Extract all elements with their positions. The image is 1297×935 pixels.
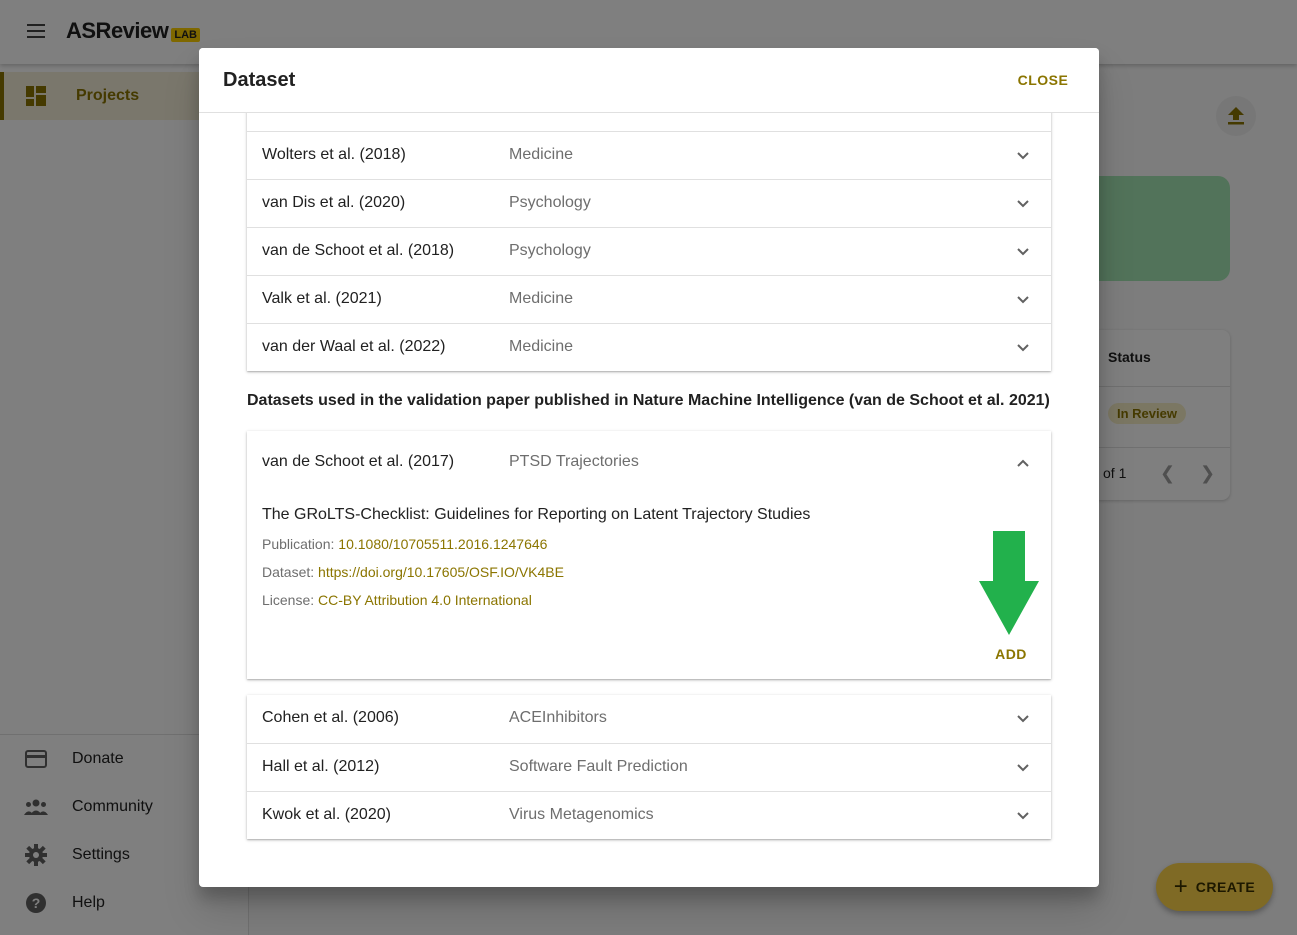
- chevron-down-icon: [1017, 715, 1029, 723]
- dialog-header: Dataset CLOSE: [199, 48, 1099, 113]
- license-link[interactable]: CC-BY Attribution 4.0 International: [318, 592, 532, 608]
- add-button[interactable]: ADD: [987, 639, 1035, 669]
- dataset-line: Dataset: https://doi.org/10.17605/OSF.IO…: [262, 564, 564, 580]
- chevron-down-icon: [1017, 248, 1029, 256]
- dataset-topic: Psychology: [509, 242, 591, 259]
- chevron-down-icon: [1017, 296, 1029, 304]
- section-heading: Datasets used in the validation paper pu…: [247, 392, 1050, 409]
- dataset-item[interactable]: Cohen et al. (2006) ACEInhibitors: [247, 695, 1051, 743]
- chevron-down-icon: [1017, 344, 1029, 352]
- dataset-item[interactable]: Hall et al. (2012) Software Fault Predic…: [247, 743, 1051, 791]
- dataset-accordion-group: Cohen et al. (2006) ACEInhibitors Hall e…: [247, 695, 1051, 839]
- close-button[interactable]: CLOSE: [1009, 64, 1077, 96]
- dataset-item[interactable]: van de Schoot et al. (2018) Psychology: [247, 227, 1051, 275]
- dialog-title: Dataset: [223, 69, 296, 91]
- chevron-down-icon: [1017, 200, 1029, 208]
- dataset-item[interactable]: Valk et al. (2021) Medicine: [247, 275, 1051, 323]
- publication-line: Publication: 10.1080/10705511.2016.12476…: [262, 536, 547, 552]
- publication-link[interactable]: 10.1080/10705511.2016.1247646: [338, 536, 547, 552]
- dataset-author: Valk et al. (2021): [262, 290, 382, 307]
- dataset-topic: Psychology: [509, 194, 591, 211]
- dataset-link[interactable]: https://doi.org/10.17605/OSF.IO/VK4BE: [318, 564, 564, 580]
- license-line: License: CC-BY Attribution 4.0 Internati…: [262, 592, 532, 608]
- dataset-author: Wolters et al. (2018): [262, 146, 406, 163]
- dataset-author: van de Schoot et al. (2017): [262, 453, 455, 470]
- dataset-item[interactable]: Wolters et al. (2018) Medicine: [247, 131, 1051, 179]
- dataset-item-expanded: van de Schoot et al. (2017) PTSD Traject…: [247, 431, 1051, 679]
- dataset-author: Hall et al. (2012): [262, 758, 380, 775]
- dataset-dialog: Dataset CLOSE Wolters et al. (2018) Medi…: [199, 48, 1099, 887]
- dataset-topic: ACEInhibitors: [509, 709, 607, 726]
- dialog-body[interactable]: Wolters et al. (2018) Medicine van Dis e…: [199, 113, 1099, 887]
- dataset-topic: PTSD Trajectories: [509, 453, 639, 470]
- dataset-label: Dataset:: [262, 564, 315, 580]
- dataset-author: van de Schoot et al. (2018): [262, 242, 455, 259]
- dataset-item[interactable]: van Dis et al. (2020) Psychology: [247, 179, 1051, 227]
- dataset-accordion-group: Wolters et al. (2018) Medicine van Dis e…: [247, 113, 1051, 371]
- dataset-topic: Medicine: [509, 146, 574, 163]
- dataset-topic: Medicine: [509, 290, 574, 307]
- dataset-topic: Virus Metagenomics: [509, 806, 654, 823]
- publication-label: Publication:: [262, 536, 335, 552]
- license-label: License:: [262, 592, 315, 608]
- dataset-topic: Medicine: [509, 338, 574, 355]
- chevron-down-icon: [1017, 812, 1029, 820]
- dataset-topic: Software Fault Prediction: [509, 758, 688, 775]
- chevron-down-icon: [1017, 764, 1029, 772]
- dataset-title: The GRoLTS-Checklist: Guidelines for Rep…: [262, 506, 811, 523]
- chevron-up-icon: [1017, 459, 1029, 467]
- dataset-item-summary[interactable]: van de Schoot et al. (2017) PTSD Traject…: [247, 431, 1051, 493]
- dataset-author: van der Waal et al. (2022): [262, 338, 446, 355]
- dataset-author: Cohen et al. (2006): [262, 709, 399, 726]
- chevron-down-icon: [1017, 152, 1029, 160]
- dataset-author: van Dis et al. (2020): [262, 194, 406, 211]
- dataset-item[interactable]: van der Waal et al. (2022) Medicine: [247, 323, 1051, 371]
- dataset-item[interactable]: Kwok et al. (2020) Virus Metagenomics: [247, 791, 1051, 839]
- arrow-down-highlight-icon: [979, 531, 1039, 635]
- dataset-author: Kwok et al. (2020): [262, 806, 391, 823]
